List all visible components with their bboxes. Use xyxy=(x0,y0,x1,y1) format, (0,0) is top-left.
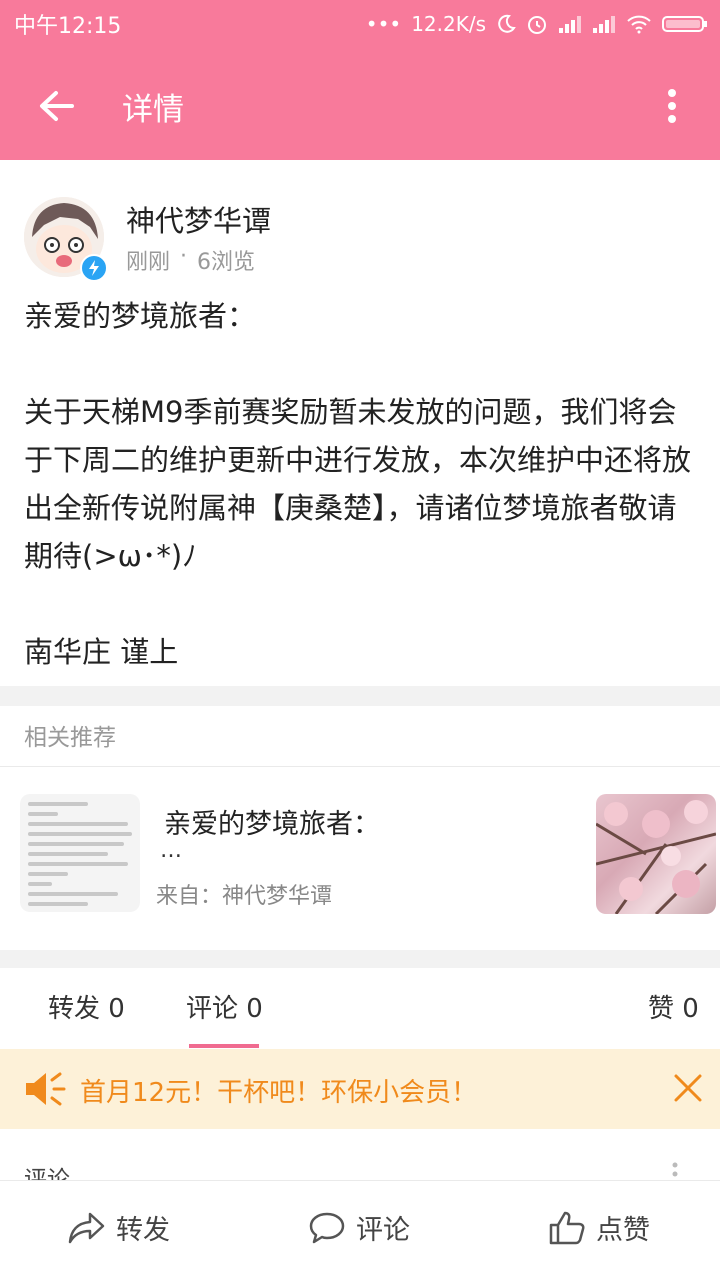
battery-icon xyxy=(662,16,707,32)
author-name[interactable]: 神代梦华谭 xyxy=(126,198,271,240)
network-speed: 12.2K/s xyxy=(411,12,486,36)
comment-icon xyxy=(309,1212,345,1243)
section-divider xyxy=(0,686,720,706)
post-time: 刚刚 xyxy=(126,250,171,275)
speaker-icon xyxy=(24,1070,68,1108)
promo-text[interactable]: 首月12元！干杯吧！环保小会员！ xyxy=(80,1072,477,1109)
related-image[interactable] xyxy=(596,794,716,914)
more-dots-icon: ••• xyxy=(365,12,402,36)
tab-indicator xyxy=(189,1044,259,1048)
post-paragraph: 南华庄 谨上 xyxy=(24,635,179,669)
like-label: 点赞 xyxy=(596,1215,650,1246)
share-icon xyxy=(68,1212,105,1243)
related-thumbnail[interactable] xyxy=(20,794,140,912)
post-meta: 刚刚 · 6浏览 xyxy=(126,244,255,276)
related-item-ellipsis: … xyxy=(160,838,182,863)
back-button[interactable] xyxy=(28,82,84,130)
moon-icon xyxy=(498,14,516,33)
tab-like[interactable]: 赞 0 xyxy=(648,988,699,1025)
post-paragraph: 亲爱的梦境旅者： xyxy=(24,299,257,333)
repost-button[interactable]: 转发 xyxy=(68,1208,170,1247)
comment-button[interactable]: 评论 xyxy=(308,1208,410,1247)
status-time: 中午12:15 xyxy=(14,14,122,39)
post-paragraph: 关于天梯M9季前赛奖励暂未发放的问题，我们将会于下周二的维护更新中进行发放，本次… xyxy=(24,395,692,573)
like-button[interactable]: 点赞 xyxy=(548,1208,650,1247)
wifi-icon xyxy=(627,15,651,34)
signal-icon xyxy=(593,16,615,33)
close-icon[interactable] xyxy=(672,1072,704,1104)
page-title: 详情 xyxy=(122,92,184,128)
tab-repost[interactable]: 转发 0 xyxy=(48,988,125,1025)
signal-icon xyxy=(559,16,581,33)
post-paragraph xyxy=(24,340,700,388)
status-indicators: ••• 12.2K/s xyxy=(366,8,708,40)
related-title: 相关推荐 xyxy=(24,725,116,751)
more-vertical-icon[interactable] xyxy=(672,1162,678,1178)
more-options-button[interactable] xyxy=(652,82,692,130)
post-paragraph xyxy=(24,580,700,628)
verified-badge-icon xyxy=(80,254,108,282)
post-body: 亲爱的梦境旅者： 关于天梯M9季前赛奖励暂未发放的问题，我们将会于下周二的维护更… xyxy=(24,292,700,676)
cherry-blossom-image xyxy=(596,800,716,914)
related-item-source: 来自：神代梦华谭 xyxy=(156,884,333,909)
repost-label: 转发 xyxy=(116,1215,170,1246)
arrow-left-icon xyxy=(40,91,74,121)
divider xyxy=(0,766,720,767)
section-divider xyxy=(0,950,720,968)
view-count: 6浏览 xyxy=(197,250,256,275)
related-item-title[interactable]: 亲爱的梦境旅者： xyxy=(164,802,380,841)
comment-label: 评论 xyxy=(356,1215,410,1246)
meta-separator: · xyxy=(180,244,188,269)
tab-comment[interactable]: 评论 0 xyxy=(186,988,263,1025)
alarm-icon xyxy=(528,16,546,34)
thumbs-up-icon xyxy=(549,1211,585,1244)
more-vertical-icon xyxy=(668,89,676,123)
